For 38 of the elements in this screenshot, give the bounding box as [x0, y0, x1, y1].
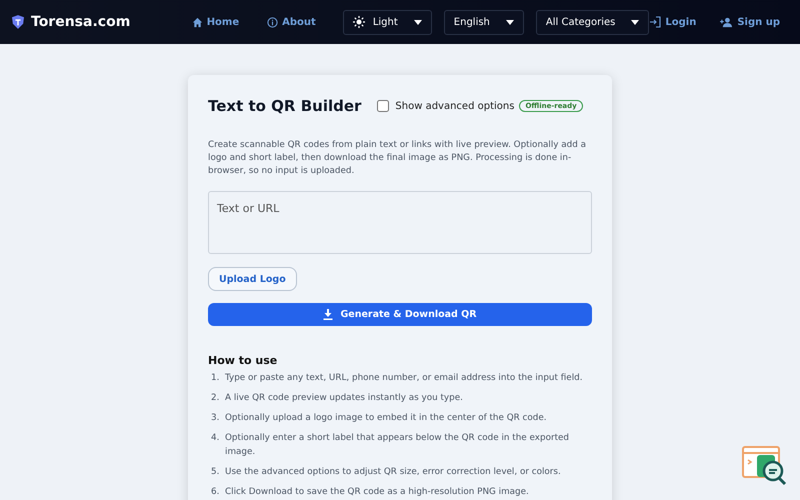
- step-number: 6.: [211, 486, 220, 499]
- generate-button[interactable]: Generate & Download QR: [208, 303, 592, 326]
- upload-logo-button[interactable]: Upload Logo: [208, 267, 297, 291]
- text-input-field[interactable]: Text or URL: [208, 191, 592, 254]
- login-icon: [649, 16, 662, 28]
- step-text: Use the advanced options to adjust QR size, error correction level, or colors.: [225, 466, 561, 479]
- step-text: Optionally enter a short label that appears below the QR code in the exported image.: [225, 432, 570, 459]
- download-icon: [323, 309, 334, 320]
- step-number: 2.: [211, 392, 220, 405]
- home-icon: [192, 16, 203, 28]
- dropdown-button[interactable]: All Categories: [536, 10, 650, 34]
- dropdown-button[interactable]: Light: [342, 10, 432, 34]
- dropdown-button[interactable]: English: [444, 10, 524, 34]
- step-text: Type or paste any text, URL, phone number, or email address into the input field.: [225, 372, 583, 385]
- advanced-checkbox[interactable]: [377, 100, 390, 112]
- description-text: Create scannable QR codes from plain text or links with live preview. Optionally add a logo and short label, then download the final image as PNG. Processing is done in-browser, so no input is uploaded.: [208, 139, 588, 178]
- caret-icon: [506, 20, 514, 24]
- nav-link[interactable]: About: [267, 16, 316, 28]
- card-title: Text to QR Builder: [208, 97, 362, 115]
- nav-link[interactable]: Home: [192, 16, 240, 28]
- section-heading: How to use: [208, 354, 278, 367]
- info-icon: [267, 16, 278, 28]
- step-number: 5.: [211, 466, 220, 479]
- shield-logo-icon: [12, 15, 24, 29]
- login-link[interactable]: Login: [649, 16, 696, 28]
- caret-icon: [631, 20, 640, 24]
- caret-icon: [414, 20, 422, 24]
- signup-link[interactable]: Sign up: [720, 16, 780, 28]
- step-number: 4.: [211, 432, 220, 445]
- step-number: 1.: [211, 372, 220, 385]
- step-text: Optionally upload a logo image to embed it in the center of the QR code.: [225, 412, 547, 425]
- brand-name: Torensa.com: [31, 14, 130, 30]
- step-number: 3.: [211, 412, 220, 425]
- add-user-icon: [720, 16, 734, 28]
- checkbox-label: Show advanced options: [395, 100, 514, 112]
- step-text: Click Download to save the QR code as a high-resolution PNG image.: [225, 486, 529, 499]
- sun-icon: [352, 16, 365, 28]
- step-text: A live QR code preview updates instantly as you type.: [225, 392, 463, 405]
